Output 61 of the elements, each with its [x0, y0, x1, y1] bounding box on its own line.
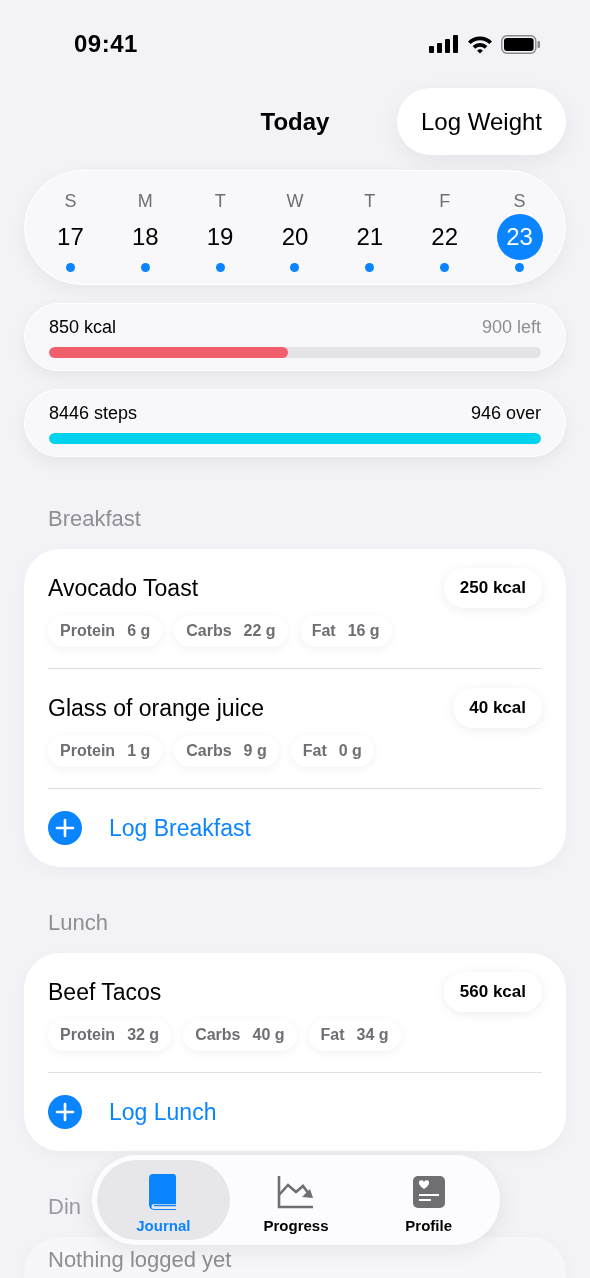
date-button[interactable]: 22	[421, 214, 468, 260]
date-button[interactable]: 18	[122, 214, 169, 260]
macro-label: Carbs	[195, 1026, 241, 1044]
empty-message: Nothing logged yet	[48, 1246, 232, 1274]
calorie-pill: 40 kcal	[453, 688, 542, 728]
calorie-pill: 560 kcal	[443, 972, 542, 1012]
weekday-label: W	[286, 190, 304, 213]
macro-label: Protein	[60, 742, 116, 760]
signal-icon	[429, 35, 459, 53]
meal-heading: Breakfast	[48, 505, 141, 533]
macro-value: 9 g	[243, 742, 267, 760]
meal-heading: Lunch	[48, 909, 108, 937]
weekday-label: S	[64, 190, 77, 213]
calorie-pill: 250 kcal	[443, 568, 542, 608]
date-button[interactable]: 20	[272, 214, 318, 260]
goal-remaining: 946 over	[470, 402, 541, 424]
macro-label: Protein	[60, 1026, 116, 1044]
goal-remaining: 900 left	[481, 316, 541, 338]
profile-card-icon	[412, 1175, 445, 1208]
macro-value: 6 g	[127, 622, 151, 640]
food-name: Beef Tacos	[48, 978, 162, 1006]
log-weight-button[interactable]: Log Weight	[397, 88, 566, 155]
date-button[interactable]: 21	[346, 214, 393, 260]
macro-label: Carbs	[186, 742, 232, 760]
weekday-label: F	[439, 190, 451, 213]
goal-value: 8446 steps	[49, 402, 138, 424]
macro-value: 0 g	[338, 742, 362, 760]
date-button[interactable]: 23	[496, 214, 543, 260]
weekday-label: T	[364, 190, 376, 213]
food-name: Avocado Toast	[48, 574, 199, 602]
macro-value: 34 g	[356, 1026, 389, 1044]
goal-value: 850 kcal	[49, 316, 117, 338]
macro-value: 1 g	[127, 742, 151, 760]
macro-label: Fat	[311, 622, 336, 640]
book-icon	[148, 1172, 179, 1211]
macro-value: 16 g	[347, 622, 380, 640]
tab[interactable]: Progress	[229, 1160, 363, 1240]
weekday-label: M	[137, 190, 153, 213]
plus-icon	[48, 811, 82, 845]
date-button[interactable]: 19	[197, 214, 244, 260]
macro-label: Protein	[60, 622, 116, 640]
macro-value: 22 g	[243, 622, 276, 640]
log-meal-button[interactable]: Log Breakfast	[48, 789, 542, 867]
macro-label: Fat	[302, 742, 327, 760]
log-meal-button[interactable]: Log Lunch	[48, 1073, 542, 1151]
plus-icon	[48, 1095, 82, 1129]
page-title: Today	[260, 107, 330, 136]
chart-down-icon	[277, 1174, 315, 1209]
macro-value: 40 g	[252, 1026, 285, 1044]
macro-value: 32 g	[127, 1026, 160, 1044]
tab[interactable]: Profile	[362, 1160, 495, 1240]
weekday-label: S	[513, 190, 526, 213]
macro-label: Fat	[320, 1026, 345, 1044]
date-button[interactable]: 17	[47, 214, 94, 260]
battery-icon	[501, 34, 541, 54]
weekday-label: T	[214, 190, 226, 213]
food-name: Glass of orange juice	[48, 694, 265, 722]
status-time: 09:41	[74, 30, 138, 58]
macro-label: Carbs	[186, 622, 232, 640]
meal-heading: Din	[48, 1193, 81, 1221]
wifi-icon	[467, 34, 493, 54]
